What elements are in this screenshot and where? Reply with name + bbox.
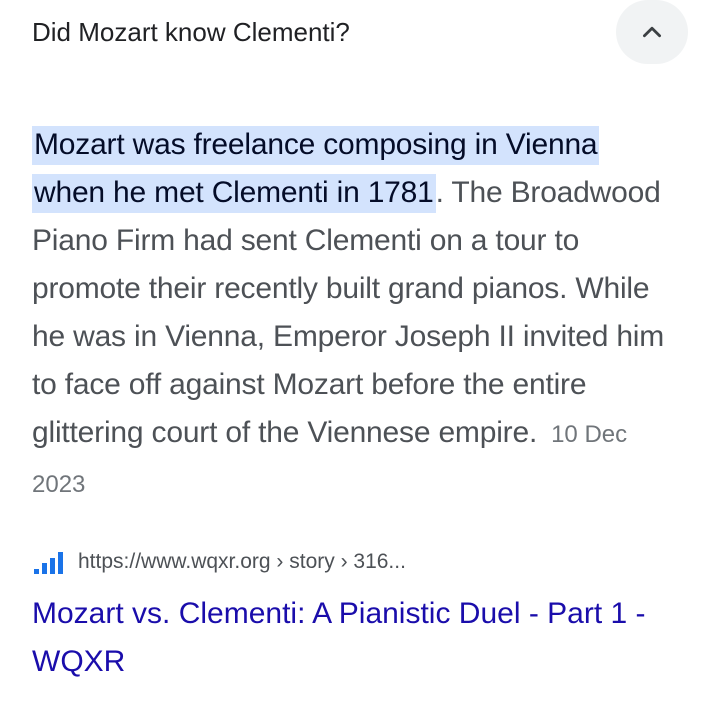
- wqxr-bars-icon: [34, 552, 63, 574]
- featured-snippet-answer: Mozart was freelance composing in Vienna…: [32, 121, 682, 509]
- answer-highlight-line-2: when he met Clementi in 1781: [32, 174, 436, 213]
- answer-body: . The Broadwood Piano Firm had sent Clem…: [32, 176, 665, 449]
- answer-highlight-line-1: Mozart was freelance composing in Vienna: [32, 126, 600, 165]
- source-row[interactable]: https://www.wqxr.org › story › 316...: [32, 546, 406, 578]
- source-url[interactable]: https://www.wqxr.org › story › 316...: [78, 550, 406, 574]
- result-title-link[interactable]: Mozart vs. Clementi: A Pianistic Duel - …: [32, 590, 702, 686]
- question-row[interactable]: Did Mozart know Clementi?: [32, 0, 688, 64]
- chevron-up-icon: [643, 26, 661, 38]
- question-text[interactable]: Did Mozart know Clementi?: [32, 12, 350, 52]
- collapse-button[interactable]: [616, 0, 688, 64]
